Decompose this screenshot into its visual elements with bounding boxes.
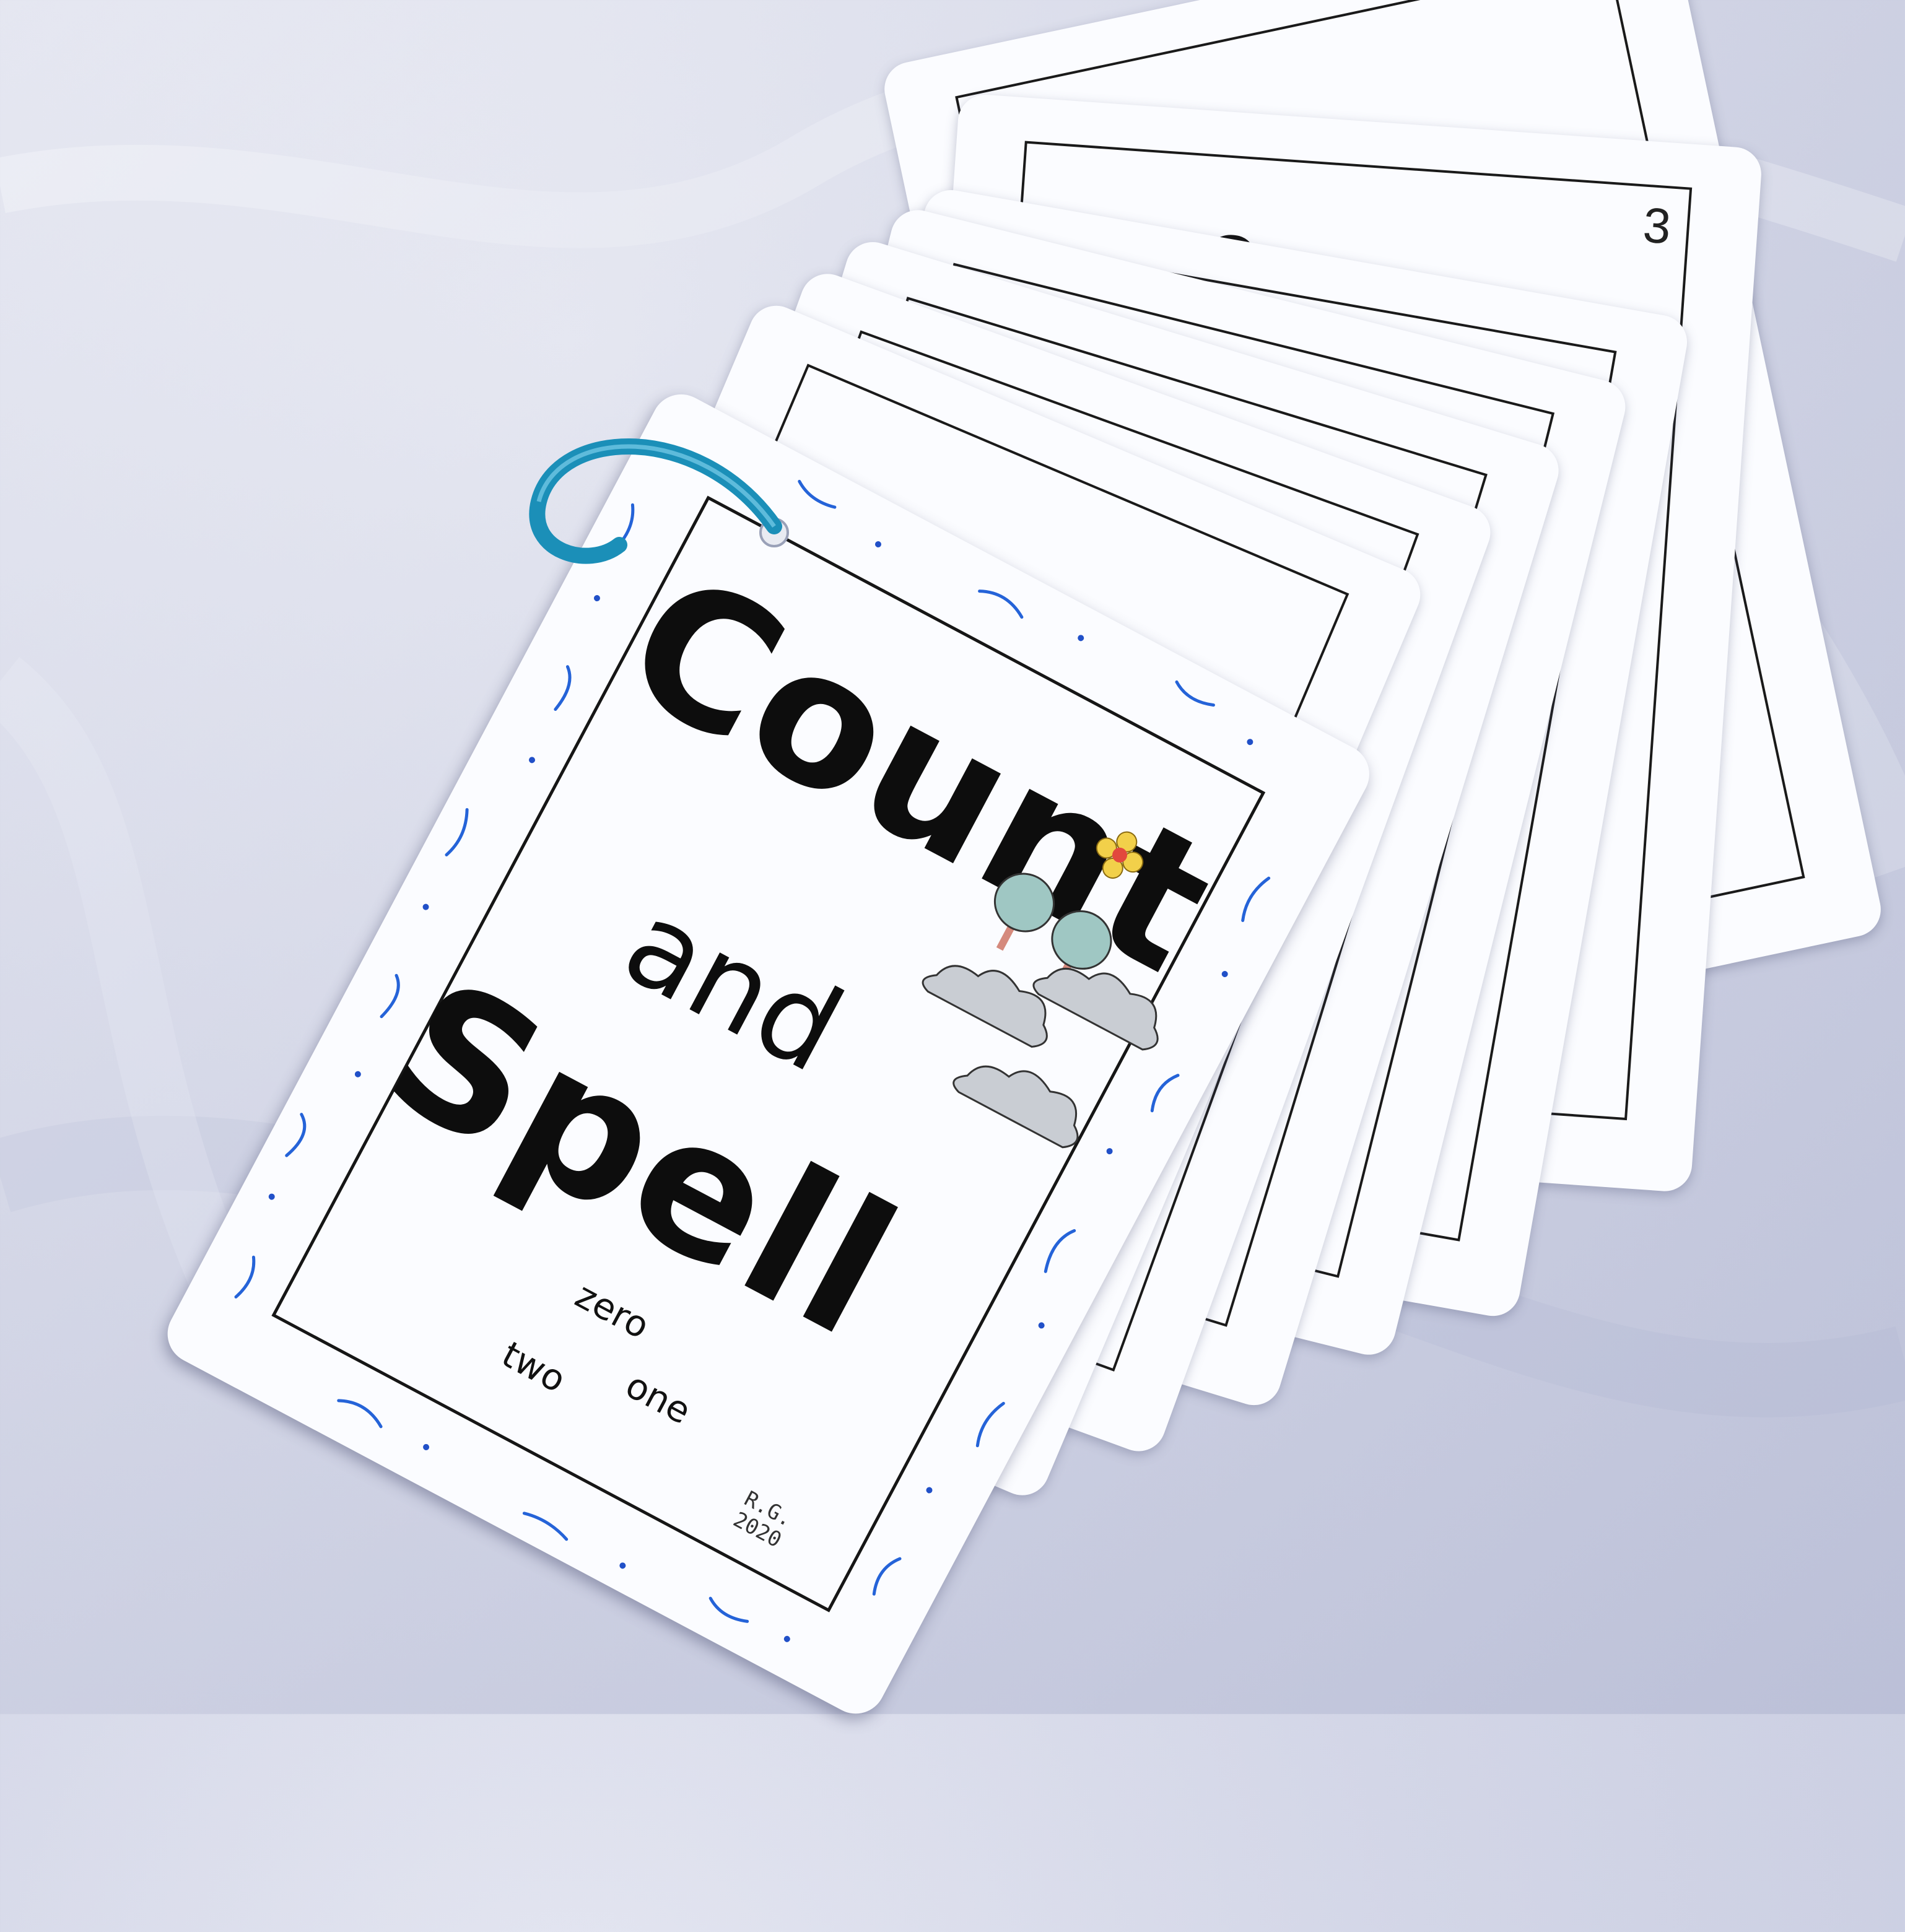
cloud-icon [922,965,1159,1149]
card-number-top: 3 [1641,197,1673,255]
binder-ring [529,438,789,564]
flashcard-deck: 3 one 2 [0,0,1905,1725]
tree-icon [993,872,1055,951]
front-card-wrapper: Count and Spell zero one two R.G. 2020 [93,198,1393,1932]
flower-icon [1096,831,1144,879]
